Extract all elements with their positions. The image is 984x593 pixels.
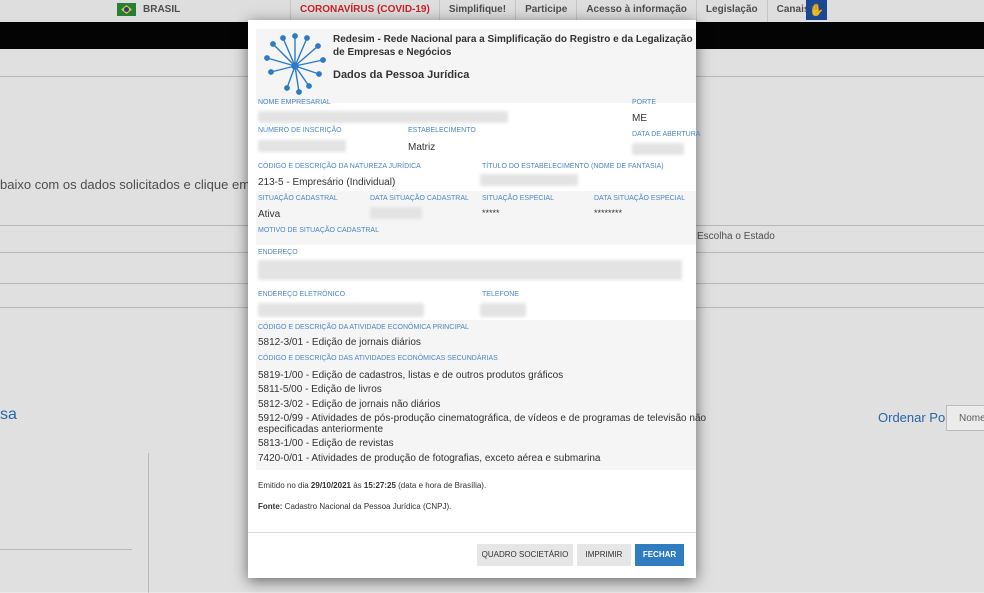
label-motivo-situacao: MOTIVO DE SITUAÇÃO CADASTRAL [258,227,379,234]
fonte-label: Fonte: [258,502,283,511]
atividade-secundaria-item-cont: especificadas anteriormente [258,424,384,435]
value-porte: ME [632,113,647,124]
value-situacao-especial: ***** [482,208,500,218]
label-atividades-secundarias: CÓDIGO E DESCRIÇÃO DAS ATIVIDADES ECONÔM… [258,355,498,362]
emitido-mid: às [350,481,364,490]
redacted-endereco [258,260,682,280]
label-endereco: ENDEREÇO [258,249,298,256]
emitido-date: 29/10/2021 [310,481,351,490]
redacted-nome-fantasia [480,174,578,186]
pessoa-juridica-modal: Redesim - Rede Nacional para a Simplific… [248,20,706,578]
label-estabelecimento: ESTABELECIMENTO [408,127,476,134]
label-atividade-principal: CÓDIGO E DESCRIÇÃO DA ATIVIDADE ECONÔMIC… [258,324,469,331]
label-data-situacao-especial: DATA SITUAÇÃO ESPECIAL [594,195,686,202]
redacted-data-situacao [370,207,422,219]
value-atividade-principal: 5812-3/01 - Edição de jornais diários [258,337,421,348]
label-situacao-cadastral: SITUAÇÃO CADASTRAL [258,195,338,202]
atividade-secundaria-item: 7420-0/01 - Atividades de produção de fo… [258,453,601,464]
quadro-societario-button[interactable]: QUADRO SOCIETÁRIO [477,544,573,566]
label-porte: PORTE [632,99,656,106]
redacted-data-abertura [632,143,684,155]
emitido-prefix: Emitido no dia [258,481,311,490]
redacted-cnpj [258,140,346,152]
atividade-secundaria-item: 5811-5/00 - Edição de livros [258,384,382,395]
label-numero-inscricao: NÚMERO DE INSCRIÇÃO [258,127,342,134]
atividade-secundaria-item: 5813-1/00 - Edição de revistas [258,438,394,449]
modal-title-line2: de Empresas e Negócios [333,47,452,58]
label-telefone: TELEFONE [482,291,519,298]
emitido-suffix: (data e hora de Brasília). [395,481,487,490]
fonte-value: Cadastro Nacional da Pessoa Jurídica (CN… [282,502,452,511]
atividade-secundaria-item: 5819-1/00 - Edição de cadastros, listas … [258,370,564,381]
emitido-text: Emitido no dia 29/10/2021 às 15:27:25 (d… [258,481,486,490]
label-data-situacao-cadastral: DATA SITUAÇÃO CADASTRAL [370,195,469,202]
label-endereco-eletronico: ENDEREÇO ELETRÔNICO [258,291,346,298]
redacted-telefone [480,303,526,317]
redesim-logo-icon [264,33,326,95]
label-nome-empresarial: NOME EMPRESARIAL [258,99,331,106]
modal-title: Redesim - Rede Nacional para a Simplific… [333,33,693,59]
fechar-button[interactable]: FECHAR [635,544,684,566]
redacted-nome [258,111,508,123]
atividade-secundaria-item: 5812-3/02 - Edição de jornais não diário… [258,399,441,410]
label-data-abertura: DATA DE ABERTURA [632,131,701,138]
modal-header: Redesim - Rede Nacional para a Simplific… [256,29,696,103]
label-titulo-estabelecimento: TÍTULO DO ESTABELECIMENTO (NOME DE FANTA… [482,163,664,170]
modal-title-line1: Redesim - Rede Nacional para a Simplific… [333,34,693,45]
value-estabelecimento: Matriz [408,142,436,153]
label-natureza-juridica: CÓDIGO E DESCRIÇÃO DA NATUREZA JURÍDICA [258,163,421,170]
label-situacao-especial: SITUAÇÃO ESPECIAL [482,195,554,202]
value-situacao-cadastral: Ativa [258,209,281,220]
modal-footer-divider [248,532,696,533]
redacted-email [258,303,424,317]
imprimir-button[interactable]: IMPRIMIR [577,544,631,566]
value-natureza-juridica: 213-5 - Empresário (Individual) [258,177,396,188]
value-data-situacao-especial: ******** [594,208,623,218]
emitido-time: 15:27:25 [363,481,396,490]
modal-subtitle: Dados da Pessoa Jurídica [333,69,470,81]
fonte-text: Fonte: Cadastro Nacional da Pessoa Juríd… [258,502,451,511]
